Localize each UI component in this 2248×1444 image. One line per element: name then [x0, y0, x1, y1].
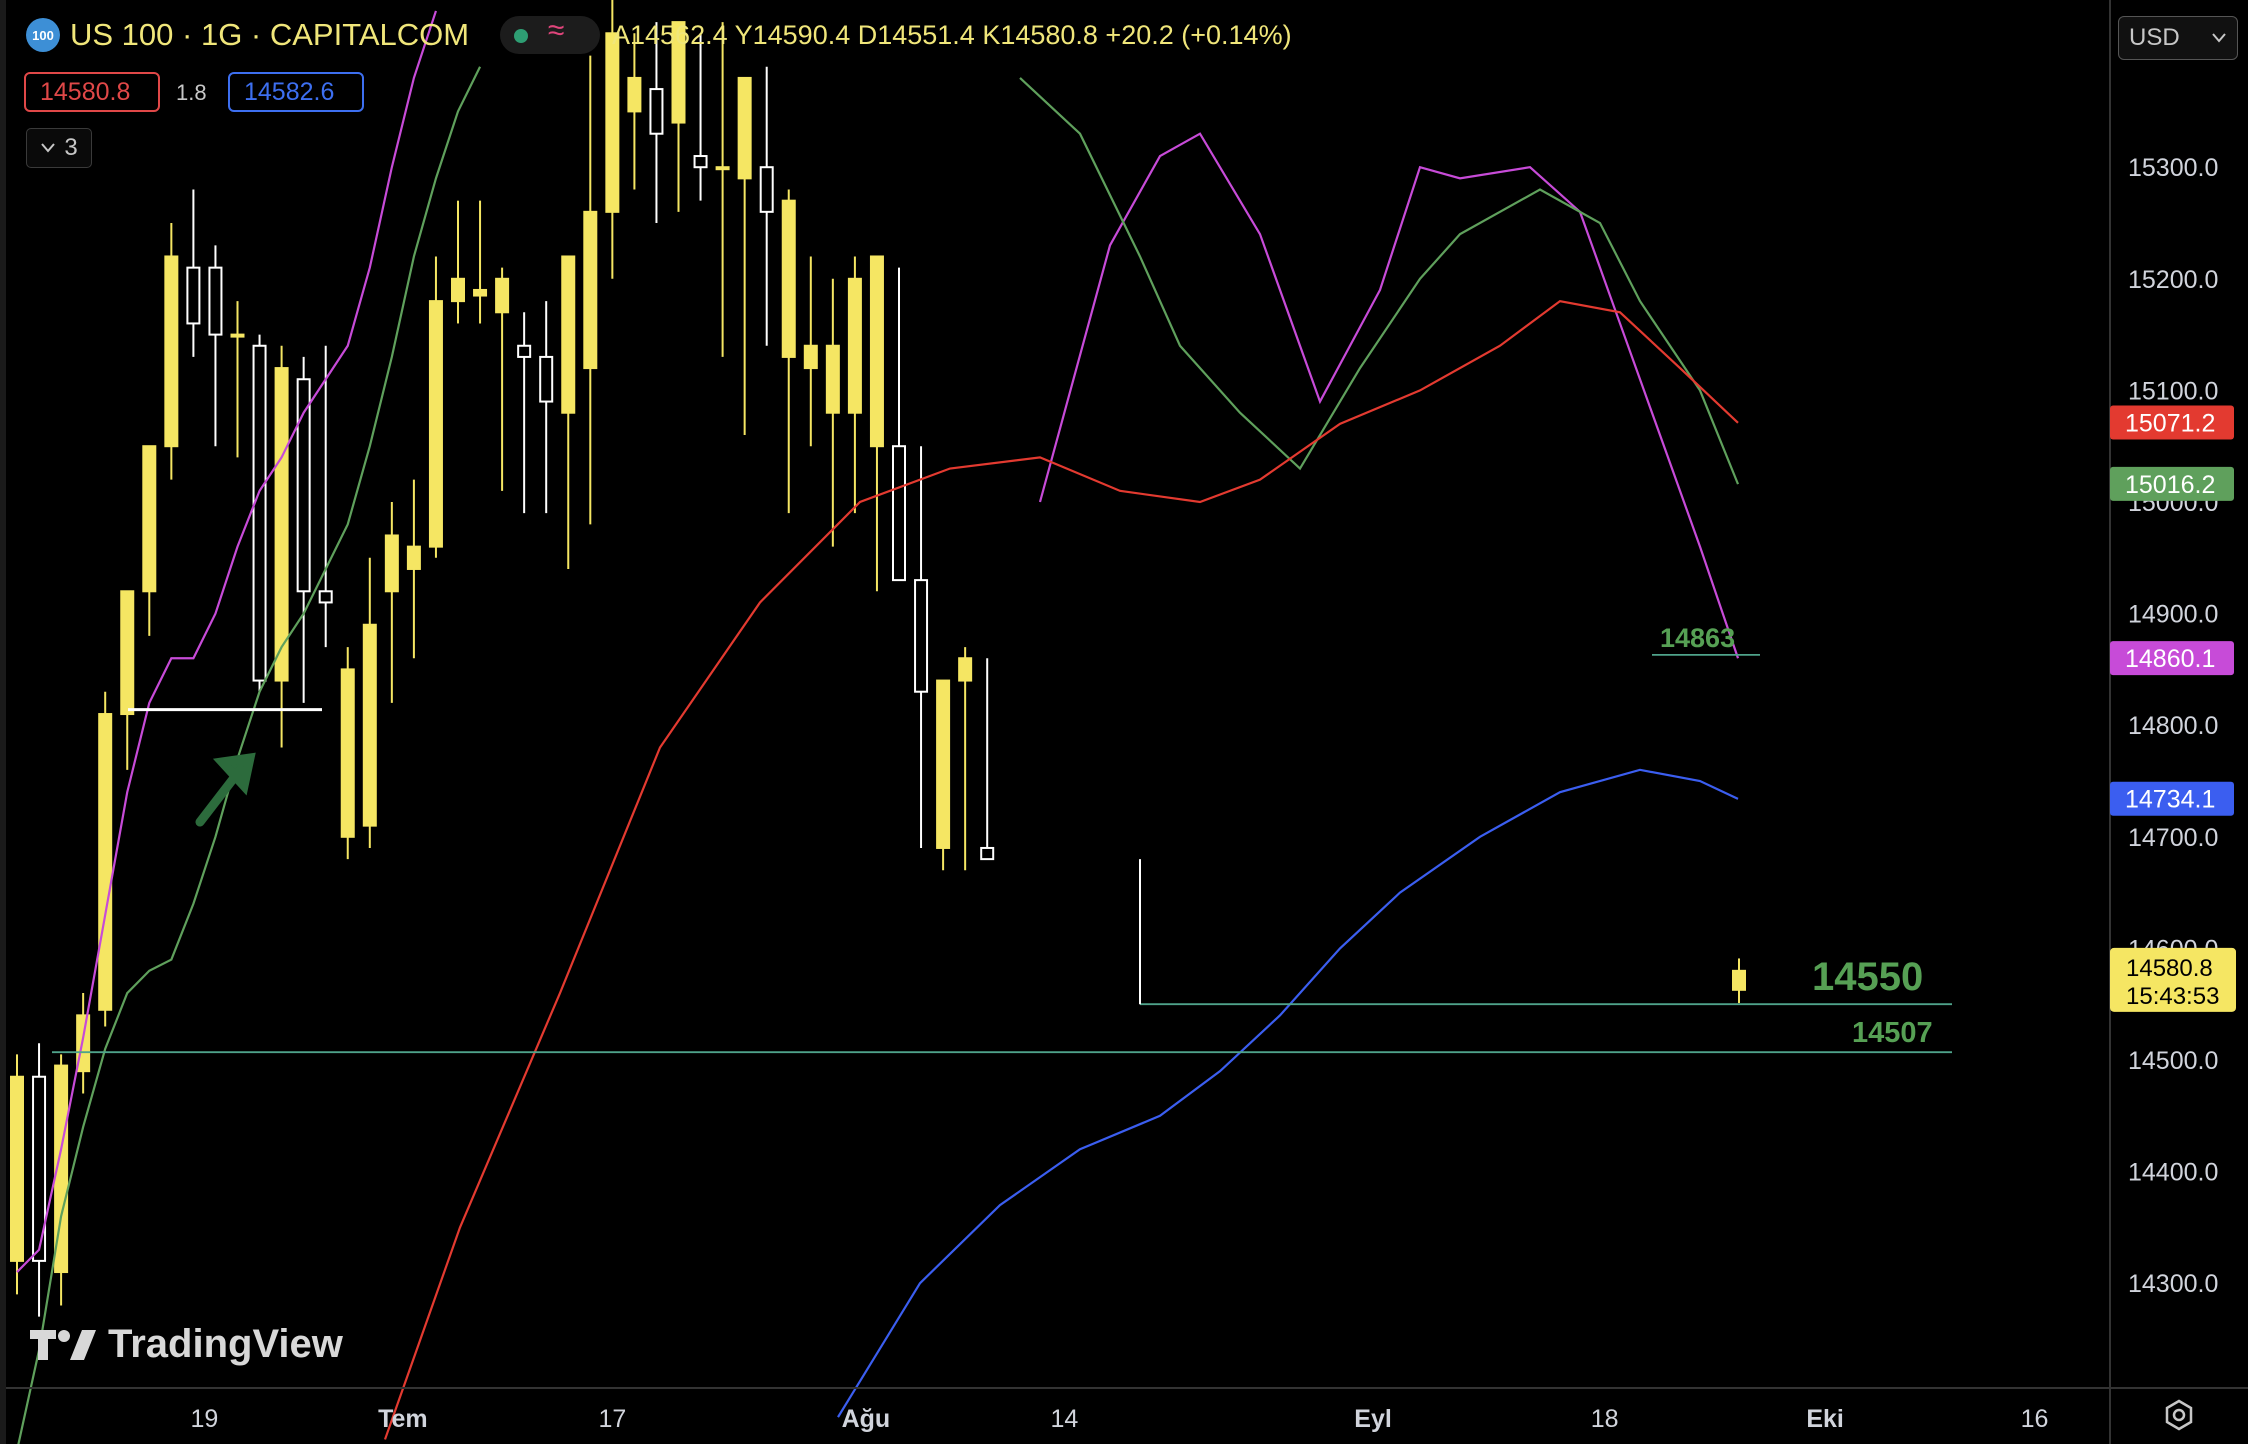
symbol-logo: 100	[26, 18, 60, 52]
candle-body	[627, 76, 642, 113]
y-tick-label: 15200.0	[2128, 266, 2218, 294]
y-tick-label: 15100.0	[2128, 377, 2218, 405]
candle-body	[605, 32, 620, 213]
y-tick-label: 14500.0	[2128, 1047, 2218, 1075]
candle-body	[649, 88, 664, 135]
spread-value: 1.8	[176, 80, 207, 105]
x-tick-label: Eki	[1806, 1405, 1844, 1433]
x-tick-label: Tem	[378, 1405, 428, 1433]
candle-body	[473, 288, 488, 297]
data-wave-icon: ≈	[548, 14, 565, 47]
candle-body	[120, 590, 135, 716]
y-tick-label: 14900.0	[2128, 601, 2218, 629]
price-tag-label: 15016.2	[2125, 471, 2215, 499]
buy-price-button[interactable]: 14582.6	[228, 72, 364, 112]
sell-price-button[interactable]: 14580.8	[24, 72, 160, 112]
ohlc-readout: A14562.4 Y14590.4 D14551.4 K14580.8 +20.…	[612, 20, 1292, 50]
x-tick-label: 18	[1591, 1405, 1619, 1433]
candle-body	[384, 534, 399, 593]
tradingview-logo: TradingView	[30, 1322, 343, 1367]
y-tick-label: 14800.0	[2128, 712, 2218, 740]
candle-body	[980, 846, 995, 861]
candle-body	[958, 657, 973, 682]
x-tick-label: 17	[598, 1405, 626, 1433]
x-tick-label: Eyl	[1354, 1405, 1392, 1433]
candle-body	[936, 679, 951, 849]
candle-body	[186, 266, 201, 325]
candle-body	[693, 155, 708, 169]
candle-body	[495, 277, 510, 314]
indicator-count: 3	[64, 134, 78, 161]
candle-body	[517, 344, 532, 358]
candle-body	[428, 300, 443, 548]
candle-body	[10, 1075, 24, 1262]
candle-body	[362, 623, 377, 827]
bar-countdown-label: 15:43:53	[2126, 983, 2219, 1010]
candle-body	[539, 355, 554, 403]
price-tag-label: 14734.1	[2125, 786, 2215, 814]
candle-body	[208, 266, 223, 336]
candle-body	[803, 344, 818, 370]
level-label: 14507	[1852, 1017, 1933, 1049]
candle-body	[406, 545, 421, 570]
candle-body	[781, 199, 796, 358]
candle-body	[583, 210, 598, 370]
level-label: 14863	[1660, 623, 1735, 653]
candle-body	[825, 344, 840, 414]
left-edge	[0, 0, 6, 1444]
last-price-label: 14580.8	[2126, 955, 2213, 982]
chart-background	[0, 0, 2248, 1444]
candle-body	[847, 277, 862, 414]
y-tick-label: 15300.0	[2128, 154, 2218, 182]
candle-body	[759, 166, 774, 213]
settings-gear-icon[interactable]	[2162, 1398, 2196, 1432]
x-tick-label: 19	[191, 1405, 219, 1433]
candle-body	[274, 367, 289, 682]
x-tick-label: 14	[1050, 1405, 1078, 1433]
chevron-down-icon	[2212, 33, 2226, 43]
candlestick-chart[interactable]: 14863145501450714300.014400.014500.01460…	[0, 0, 2248, 1444]
candle-body	[561, 255, 576, 414]
symbol-title[interactable]: US 100 · 1G · CAPITALCOM	[70, 17, 469, 53]
candle-body	[715, 166, 730, 171]
price-tag-label: 14860.1	[2125, 645, 2215, 673]
currency-value: USD	[2129, 24, 2180, 51]
level-label: 14550	[1812, 955, 1923, 999]
x-tick-label: Ağu	[842, 1405, 891, 1433]
y-tick-label: 14400.0	[2128, 1159, 2218, 1187]
candle-body	[869, 255, 884, 448]
currency-select[interactable]: USD	[2118, 16, 2238, 60]
tradingview-wordmark: TradingView	[108, 1322, 343, 1366]
candle-body	[98, 713, 113, 1011]
y-tick-label: 14300.0	[2128, 1270, 2218, 1298]
candle-body	[892, 445, 906, 582]
candle-body	[451, 277, 465, 303]
tradingview-logo-icon	[30, 1329, 96, 1360]
candle-body	[164, 255, 179, 448]
candle-body	[230, 333, 245, 338]
indicators-collapse-button[interactable]: 3	[26, 128, 92, 168]
candle-body	[1732, 969, 1746, 991]
candle-body	[737, 76, 752, 180]
y-tick-label: 14700.0	[2128, 824, 2218, 852]
chevron-down-icon	[41, 143, 56, 153]
candle-body	[252, 344, 267, 682]
candle-body	[318, 590, 333, 604]
candle-body	[142, 445, 157, 593]
x-tick-label: 16	[2021, 1405, 2049, 1433]
price-tag-label: 15071.2	[2125, 410, 2215, 438]
candle-body	[340, 668, 355, 838]
candle-body	[914, 579, 929, 693]
market-open-dot-icon	[514, 29, 528, 43]
